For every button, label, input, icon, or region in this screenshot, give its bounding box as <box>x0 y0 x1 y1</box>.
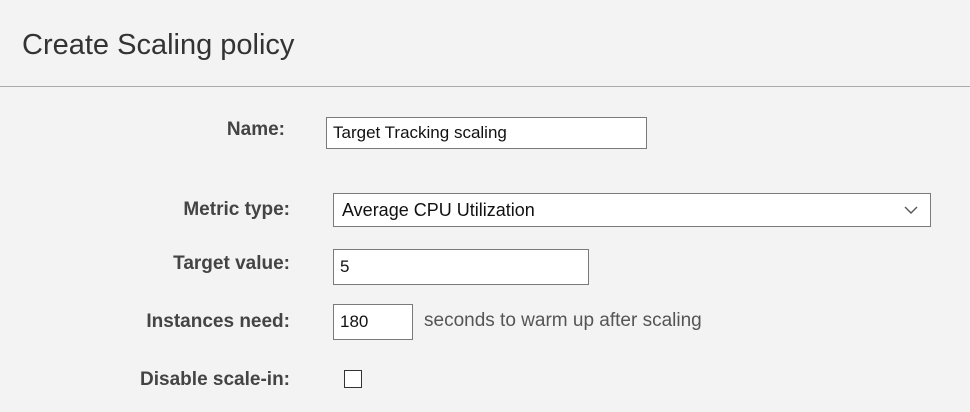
dialog-title: Create Scaling policy <box>22 29 295 61</box>
create-scaling-policy-dialog: Create Scaling policy Name: Target Track… <box>0 0 970 412</box>
target-value-input-value: 5 <box>340 257 350 276</box>
metric-type-select[interactable]: Average CPU Utilization <box>333 193 931 227</box>
name-input[interactable]: Target Tracking scaling <box>326 117 647 149</box>
chevron-down-icon <box>904 206 918 214</box>
warmup-seconds-input-value: 180 <box>340 312 369 331</box>
instances-need-label: Instances need: <box>146 311 290 332</box>
name-input-value: Target Tracking scaling <box>333 123 507 142</box>
target-value-input[interactable]: 5 <box>333 249 589 285</box>
warmup-suffix-text: seconds to warm up after scaling <box>424 310 702 331</box>
disable-scale-in-checkbox[interactable] <box>344 370 362 388</box>
warmup-seconds-input[interactable]: 180 <box>333 304 413 340</box>
disable-scale-in-label: Disable scale-in: <box>140 369 290 390</box>
metric-type-label: Metric type: <box>183 199 290 220</box>
title-divider <box>0 86 970 87</box>
metric-type-selected-value: Average CPU Utilization <box>342 199 535 220</box>
target-value-label: Target value: <box>173 253 290 274</box>
name-label: Name: <box>226 119 285 140</box>
